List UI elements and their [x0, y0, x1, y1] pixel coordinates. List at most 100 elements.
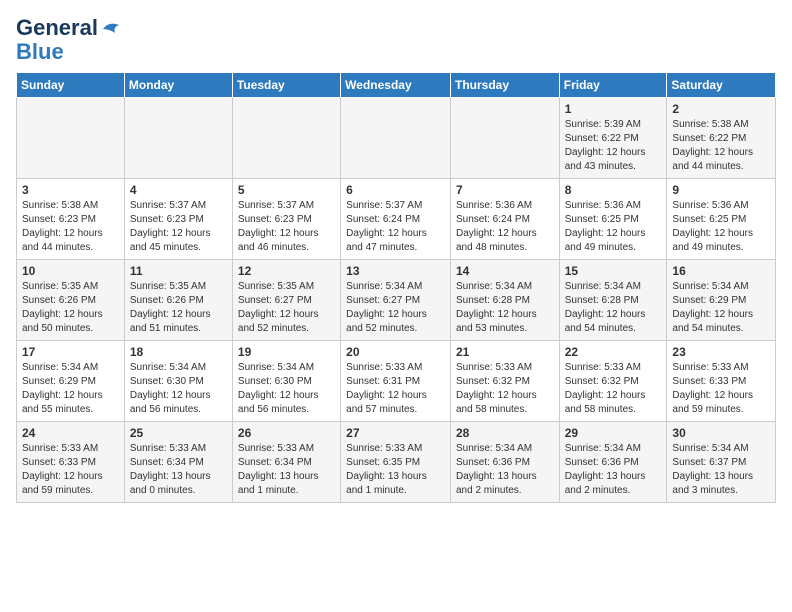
day-cell: 13 Sunrise: 5:34 AM Sunset: 6:27 PM Dayli… — [341, 260, 451, 341]
day-cell: 4 Sunrise: 5:37 AM Sunset: 6:23 PM Daylig… — [124, 179, 232, 260]
day-number: 2 — [672, 102, 770, 116]
day-info: Sunrise: 5:33 AM Sunset: 6:31 PM Dayligh… — [346, 361, 445, 417]
day-info: Sunrise: 5:33 AM Sunset: 6:32 PM Dayligh… — [456, 361, 554, 417]
day-cell: 27 Sunrise: 5:33 AM Sunset: 6:35 PM Dayli… — [341, 422, 451, 503]
header: General Blue — [16, 16, 776, 64]
day-cell — [341, 98, 451, 179]
day-info: Sunrise: 5:39 AM Sunset: 6:22 PM Dayligh… — [565, 118, 662, 174]
day-number: 6 — [346, 183, 445, 197]
logo-bird-icon — [101, 21, 121, 35]
day-cell: 11Sunrise: 5:35 AM Sunset: 6:26 PM Dayli… — [124, 260, 232, 341]
col-header-thursday: Thursday — [450, 73, 559, 98]
day-cell: 23Sunrise: 5:33 AM Sunset: 6:33 PM Dayli… — [667, 341, 776, 422]
day-cell: 16 Sunrise: 5:34 AM Sunset: 6:29 PM Dayli… — [667, 260, 776, 341]
day-cell: 8Sunrise: 5:36 AM Sunset: 6:25 PM Daylig… — [559, 179, 667, 260]
day-cell: 22Sunrise: 5:33 AM Sunset: 6:32 PM Dayli… — [559, 341, 667, 422]
day-cell: 12 Sunrise: 5:35 AM Sunset: 6:27 PM Dayli… — [232, 260, 340, 341]
logo-blue: Blue — [16, 40, 121, 64]
day-cell — [450, 98, 559, 179]
day-cell: 1 Sunrise: 5:39 AM Sunset: 6:22 PM Daylig… — [559, 98, 667, 179]
calendar-table: SundayMondayTuesdayWednesdayThursdayFrid… — [16, 72, 776, 503]
day-cell: 29Sunrise: 5:34 AM Sunset: 6:36 PM Dayli… — [559, 422, 667, 503]
week-row-5: 24Sunrise: 5:33 AM Sunset: 6:33 PM Dayli… — [17, 422, 776, 503]
day-number: 13 — [346, 264, 445, 278]
day-info: Sunrise: 5:33 AM Sunset: 6:33 PM Dayligh… — [22, 442, 119, 498]
day-info: Sunrise: 5:38 AM Sunset: 6:23 PM Dayligh… — [22, 199, 119, 255]
day-info: Sunrise: 5:33 AM Sunset: 6:34 PM Dayligh… — [238, 442, 335, 498]
day-info: Sunrise: 5:34 AM Sunset: 6:29 PM Dayligh… — [672, 280, 770, 336]
day-number: 22 — [565, 345, 662, 359]
day-info: Sunrise: 5:34 AM Sunset: 6:37 PM Dayligh… — [672, 442, 770, 498]
day-info: Sunrise: 5:33 AM Sunset: 6:35 PM Dayligh… — [346, 442, 445, 498]
day-number: 12 — [238, 264, 335, 278]
day-number: 26 — [238, 426, 335, 440]
col-header-friday: Friday — [559, 73, 667, 98]
logo: General Blue — [16, 16, 121, 64]
day-number: 27 — [346, 426, 445, 440]
day-cell: 5 Sunrise: 5:37 AM Sunset: 6:23 PM Daylig… — [232, 179, 340, 260]
day-number: 16 — [672, 264, 770, 278]
day-number: 15 — [565, 264, 662, 278]
day-cell — [232, 98, 340, 179]
day-info: Sunrise: 5:35 AM Sunset: 6:26 PM Dayligh… — [22, 280, 119, 336]
day-cell: 24Sunrise: 5:33 AM Sunset: 6:33 PM Dayli… — [17, 422, 125, 503]
day-number: 28 — [456, 426, 554, 440]
day-cell: 18 Sunrise: 5:34 AM Sunset: 6:30 PM Dayli… — [124, 341, 232, 422]
day-cell: 7 Sunrise: 5:36 AM Sunset: 6:24 PM Daylig… — [450, 179, 559, 260]
day-cell: 21 Sunrise: 5:33 AM Sunset: 6:32 PM Dayli… — [450, 341, 559, 422]
day-info: Sunrise: 5:36 AM Sunset: 6:25 PM Dayligh… — [672, 199, 770, 255]
day-number: 17 — [22, 345, 119, 359]
day-number: 1 — [565, 102, 662, 116]
col-header-tuesday: Tuesday — [232, 73, 340, 98]
day-number: 10 — [22, 264, 119, 278]
day-info: Sunrise: 5:37 AM Sunset: 6:23 PM Dayligh… — [238, 199, 335, 255]
day-number: 4 — [130, 183, 227, 197]
col-header-saturday: Saturday — [667, 73, 776, 98]
day-info: Sunrise: 5:36 AM Sunset: 6:24 PM Dayligh… — [456, 199, 554, 255]
day-info: Sunrise: 5:34 AM Sunset: 6:28 PM Dayligh… — [565, 280, 662, 336]
day-cell: 15 Sunrise: 5:34 AM Sunset: 6:28 PM Dayli… — [559, 260, 667, 341]
day-cell: 6 Sunrise: 5:37 AM Sunset: 6:24 PM Daylig… — [341, 179, 451, 260]
col-header-sunday: Sunday — [17, 73, 125, 98]
day-cell: 14 Sunrise: 5:34 AM Sunset: 6:28 PM Dayli… — [450, 260, 559, 341]
day-number: 7 — [456, 183, 554, 197]
days-header-row: SundayMondayTuesdayWednesdayThursdayFrid… — [17, 73, 776, 98]
day-cell: 28Sunrise: 5:34 AM Sunset: 6:36 PM Dayli… — [450, 422, 559, 503]
day-number: 14 — [456, 264, 554, 278]
day-info: Sunrise: 5:37 AM Sunset: 6:24 PM Dayligh… — [346, 199, 445, 255]
day-number: 21 — [456, 345, 554, 359]
day-info: Sunrise: 5:34 AM Sunset: 6:30 PM Dayligh… — [130, 361, 227, 417]
day-number: 5 — [238, 183, 335, 197]
week-row-4: 17 Sunrise: 5:34 AM Sunset: 6:29 PM Dayli… — [17, 341, 776, 422]
day-cell: 25 Sunrise: 5:33 AM Sunset: 6:34 PM Dayli… — [124, 422, 232, 503]
day-number: 18 — [130, 345, 227, 359]
week-row-2: 3Sunrise: 5:38 AM Sunset: 6:23 PM Daylig… — [17, 179, 776, 260]
day-number: 23 — [672, 345, 770, 359]
day-info: Sunrise: 5:37 AM Sunset: 6:23 PM Dayligh… — [130, 199, 227, 255]
day-number: 9 — [672, 183, 770, 197]
day-cell: 20Sunrise: 5:33 AM Sunset: 6:31 PM Dayli… — [341, 341, 451, 422]
day-cell: 17 Sunrise: 5:34 AM Sunset: 6:29 PM Dayli… — [17, 341, 125, 422]
day-info: Sunrise: 5:38 AM Sunset: 6:22 PM Dayligh… — [672, 118, 770, 174]
day-cell: 9 Sunrise: 5:36 AM Sunset: 6:25 PM Daylig… — [667, 179, 776, 260]
day-cell: 3Sunrise: 5:38 AM Sunset: 6:23 PM Daylig… — [17, 179, 125, 260]
week-row-1: 1 Sunrise: 5:39 AM Sunset: 6:22 PM Daylig… — [17, 98, 776, 179]
day-number: 29 — [565, 426, 662, 440]
day-info: Sunrise: 5:35 AM Sunset: 6:27 PM Dayligh… — [238, 280, 335, 336]
day-info: Sunrise: 5:33 AM Sunset: 6:34 PM Dayligh… — [130, 442, 227, 498]
week-row-3: 10 Sunrise: 5:35 AM Sunset: 6:26 PM Dayli… — [17, 260, 776, 341]
day-number: 25 — [130, 426, 227, 440]
day-cell — [17, 98, 125, 179]
day-info: Sunrise: 5:34 AM Sunset: 6:28 PM Dayligh… — [456, 280, 554, 336]
day-cell: 10 Sunrise: 5:35 AM Sunset: 6:26 PM Dayli… — [17, 260, 125, 341]
day-cell: 2 Sunrise: 5:38 AM Sunset: 6:22 PM Daylig… — [667, 98, 776, 179]
day-cell: 30 Sunrise: 5:34 AM Sunset: 6:37 PM Dayli… — [667, 422, 776, 503]
day-info: Sunrise: 5:34 AM Sunset: 6:27 PM Dayligh… — [346, 280, 445, 336]
day-info: Sunrise: 5:34 AM Sunset: 6:29 PM Dayligh… — [22, 361, 119, 417]
day-number: 30 — [672, 426, 770, 440]
day-info: Sunrise: 5:35 AM Sunset: 6:26 PM Dayligh… — [130, 280, 227, 336]
col-header-wednesday: Wednesday — [341, 73, 451, 98]
day-cell: 26 Sunrise: 5:33 AM Sunset: 6:34 PM Dayli… — [232, 422, 340, 503]
day-cell: 19Sunrise: 5:34 AM Sunset: 6:30 PM Dayli… — [232, 341, 340, 422]
col-header-monday: Monday — [124, 73, 232, 98]
